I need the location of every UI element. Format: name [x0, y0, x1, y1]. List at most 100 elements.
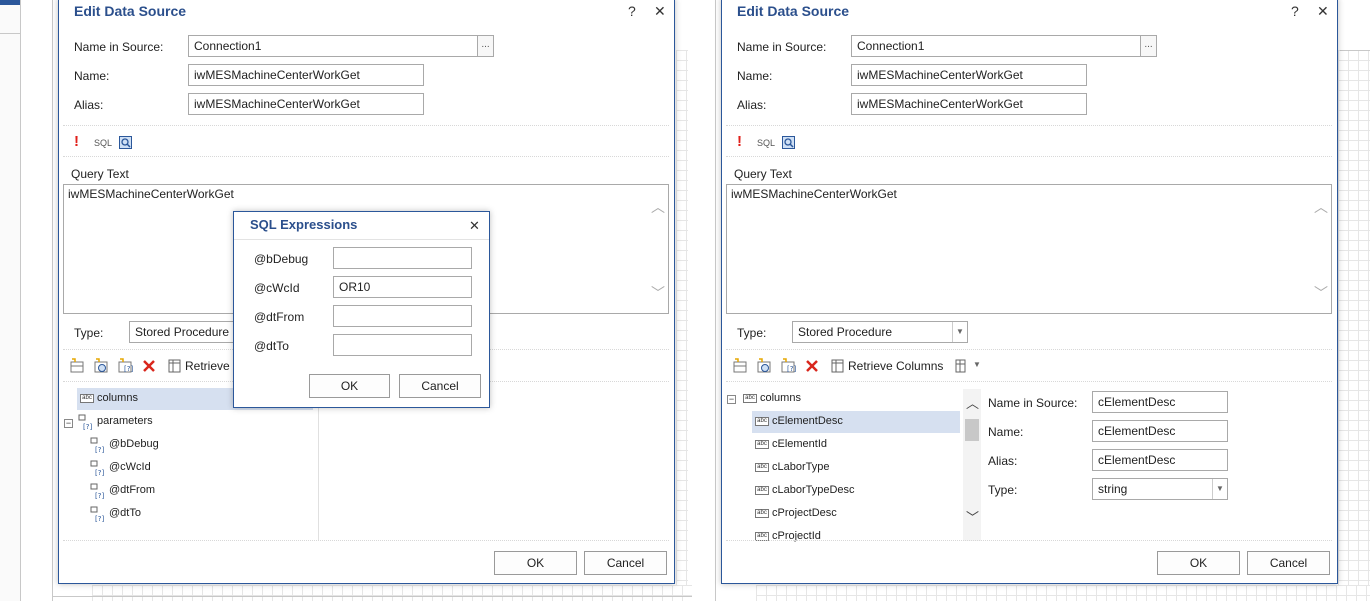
column-icon: abc — [755, 417, 769, 426]
ok-button[interactable]: OK — [1157, 551, 1240, 575]
query-builder-icon[interactable] — [782, 136, 795, 149]
ok-button[interactable]: OK — [309, 374, 390, 398]
tree-item-parameter[interactable]: @dtTo — [109, 507, 141, 519]
sql-icon[interactable]: SQL — [94, 138, 112, 148]
help-icon[interactable]: ? — [628, 3, 636, 19]
parameter-icon: [?] — [90, 483, 104, 500]
svg-text:[?]: [?] — [787, 365, 796, 373]
app-accent-bar — [0, 0, 20, 5]
sql-param-value-field[interactable] — [333, 305, 472, 327]
new-calc-column-icon[interactable] — [756, 358, 772, 374]
chevron-down-icon[interactable]: ▼ — [1212, 479, 1227, 499]
scroll-up-icon[interactable]: ︿ — [966, 393, 979, 412]
sql-param-value-field[interactable]: OR10 — [333, 276, 472, 298]
alias-label: Alias: — [737, 98, 767, 112]
new-column-icon[interactable] — [732, 358, 748, 374]
retrieve-columns-icon[interactable] — [167, 358, 183, 374]
tree-item-columns[interactable]: columns — [760, 392, 801, 404]
retrieve-columns-button[interactable]: Retrieve Columns — [848, 359, 943, 373]
scroll-down-icon[interactable]: ﹀ — [966, 507, 979, 526]
close-icon[interactable]: ✕ — [1317, 3, 1329, 20]
name-in-source-field[interactable]: Connection1 — [851, 35, 1141, 57]
tree-item-parameter[interactable]: @dtFrom — [109, 484, 155, 496]
separator — [726, 125, 1332, 126]
sql-icon[interactable]: SQL — [757, 138, 775, 148]
new-calc-column-icon[interactable] — [93, 358, 109, 374]
delete-icon[interactable] — [804, 358, 820, 374]
new-parameter-icon[interactable]: [?] — [117, 358, 133, 374]
ok-button[interactable]: OK — [494, 551, 577, 575]
tree-item-column[interactable]: cElementId — [772, 438, 827, 450]
svg-text:[?]: [?] — [95, 469, 104, 476]
separator — [63, 540, 669, 541]
cancel-button[interactable]: Cancel — [584, 551, 667, 575]
prop-name-in-source-label: Name in Source: — [988, 396, 1078, 410]
scroll-up-icon[interactable]: ︿ — [651, 197, 665, 217]
chevron-down-icon[interactable]: ▼ — [973, 360, 981, 369]
prop-name-field[interactable]: cElementDesc — [1092, 420, 1228, 442]
tree-item-parameter[interactable]: @cWcId — [109, 461, 151, 473]
left-background-strip — [0, 0, 20, 601]
name-label: Name: — [74, 69, 110, 83]
query-builder-icon[interactable] — [119, 136, 132, 149]
query-text: iwMESMachineCenterWorkGet — [731, 187, 897, 201]
separator — [726, 349, 1332, 350]
sql-param-value-field[interactable] — [333, 334, 472, 356]
prop-alias-field[interactable]: cElementDesc — [1092, 449, 1228, 471]
tree-item-parameters[interactable]: parameters — [97, 415, 153, 427]
exclamation-icon[interactable]: ! — [737, 133, 742, 150]
tree-item-column[interactable]: cElementDesc — [772, 415, 843, 427]
column-options-icon[interactable] — [954, 358, 970, 374]
new-parameter-icon[interactable]: [?] — [780, 358, 796, 374]
chevron-down-icon[interactable]: ▼ — [952, 322, 967, 342]
background-divider — [52, 0, 53, 601]
cancel-button[interactable]: Cancel — [1247, 551, 1330, 575]
close-icon[interactable]: ✕ — [654, 3, 666, 20]
edit-data-source-dialog: Edit Data Source ? ✕ Name in Source: Con… — [721, 0, 1338, 584]
tree-item-column[interactable]: cLaborTypeDesc — [772, 484, 855, 496]
name-field[interactable]: iwMESMachineCenterWorkGet — [851, 64, 1087, 86]
tree-item-column[interactable]: cProjectDesc — [772, 507, 837, 519]
delete-icon[interactable] — [141, 358, 157, 374]
scroll-down-icon[interactable]: ﹀ — [651, 283, 665, 303]
alias-field[interactable]: iwMESMachineCenterWorkGet — [188, 93, 424, 115]
sql-expressions-dialog: SQL Expressions ✕ @bDebug @cWcId OR10 @dtFr… — [233, 211, 490, 408]
alias-field[interactable]: iwMESMachineCenterWorkGet — [851, 93, 1087, 115]
prop-name-label: Name: — [988, 425, 1024, 439]
help-icon[interactable]: ? — [1291, 3, 1299, 19]
retrieve-columns-icon[interactable] — [830, 358, 846, 374]
new-column-icon[interactable] — [69, 358, 85, 374]
retrieve-columns-button[interactable]: Retrieve — [185, 359, 230, 373]
column-icon: abc — [80, 394, 94, 403]
cancel-button[interactable]: Cancel — [399, 374, 481, 398]
background-divider — [715, 0, 716, 601]
tree-item-columns[interactable]: columns — [97, 392, 138, 404]
browse-button[interactable]: ... — [1140, 35, 1157, 57]
prop-name-in-source-field[interactable]: cElementDesc — [1092, 391, 1228, 413]
sql-param-value-field[interactable] — [333, 247, 472, 269]
type-select[interactable]: Stored Procedure — [129, 321, 249, 343]
tree-item-column[interactable]: cLaborType — [772, 461, 829, 473]
prop-type-select[interactable]: string ▼ — [1092, 478, 1228, 500]
browse-button[interactable]: ... — [477, 35, 494, 57]
name-field[interactable]: iwMESMachineCenterWorkGet — [188, 64, 424, 86]
design-grid — [1338, 50, 1370, 601]
query-text-area[interactable]: iwMESMachineCenterWorkGet ︿ ﹀ — [726, 184, 1332, 314]
tree-item-parameter[interactable]: @bDebug — [109, 438, 159, 450]
dialog-title: Edit Data Source — [737, 3, 850, 19]
type-select[interactable]: Stored Procedure ▼ — [792, 321, 968, 343]
tree-scrollbar[interactable]: ︿ ﹀ — [963, 389, 981, 541]
scroll-up-icon[interactable]: ︿ — [1314, 197, 1328, 217]
column-icon: abc — [755, 463, 769, 472]
query-text: iwMESMachineCenterWorkGet — [68, 187, 234, 201]
collapse-icon[interactable]: − — [727, 395, 736, 404]
close-icon[interactable]: ✕ — [469, 218, 480, 234]
sql-param-label: @bDebug — [254, 252, 309, 266]
type-label: Type: — [74, 326, 104, 340]
collapse-icon[interactable]: − — [64, 419, 73, 428]
scrollbar-thumb[interactable] — [965, 419, 979, 441]
scroll-down-icon[interactable]: ﹀ — [1314, 283, 1328, 303]
name-in-source-field[interactable]: Connection1 — [188, 35, 478, 57]
exclamation-icon[interactable]: ! — [74, 133, 79, 150]
name-in-source-label: Name in Source: — [74, 40, 164, 54]
